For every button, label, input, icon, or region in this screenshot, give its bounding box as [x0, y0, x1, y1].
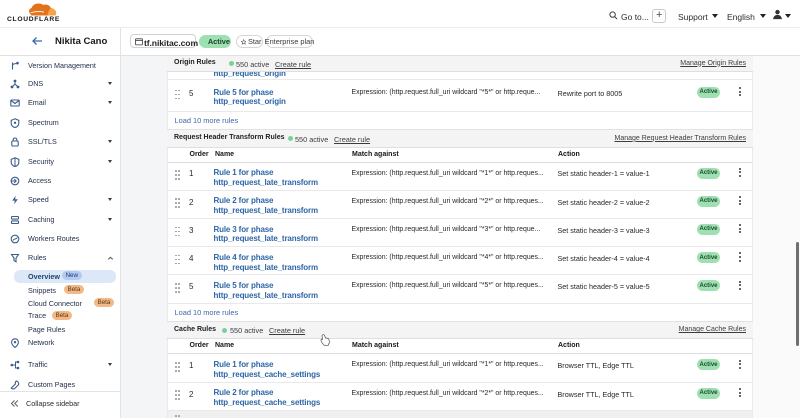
svg-text:CLOUDFLARE: CLOUDFLARE	[7, 16, 59, 22]
